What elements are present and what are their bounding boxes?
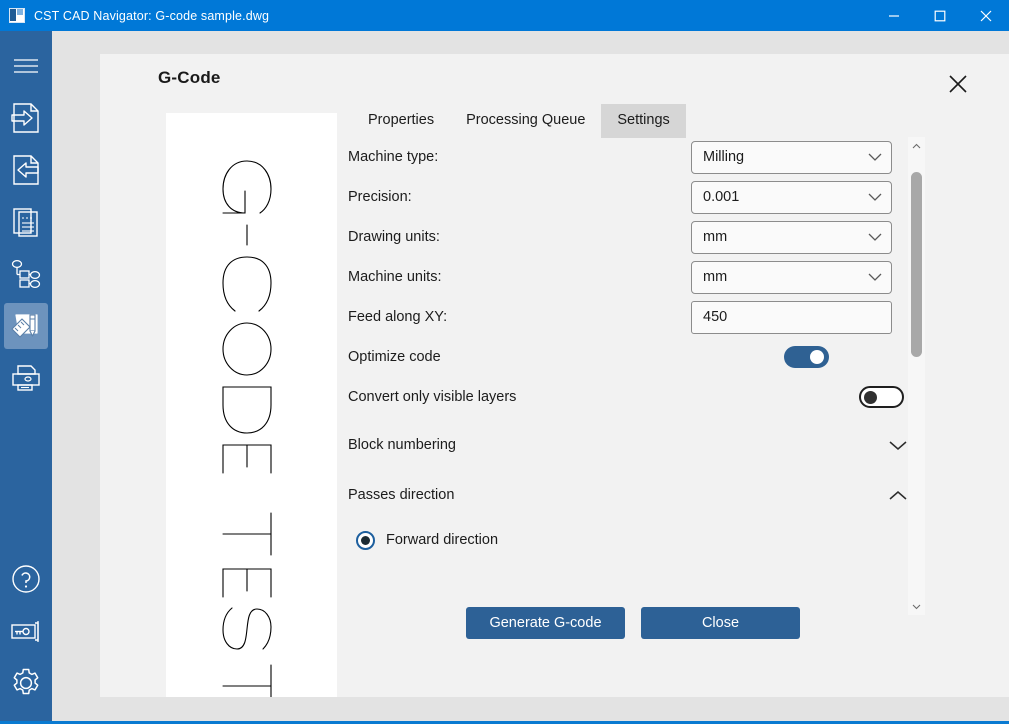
gcode-dialog: G-Code — [100, 54, 1009, 697]
drawing-units-select[interactable]: mm — [691, 221, 892, 254]
sidebar-item-menu[interactable] — [4, 43, 48, 89]
chevron-down-icon — [867, 232, 883, 242]
field-label: Machine type: — [348, 149, 438, 165]
gear-icon — [10, 667, 42, 699]
maximize-icon[interactable] — [917, 0, 963, 31]
tab-properties[interactable]: Properties — [352, 104, 450, 138]
sidebar-item-export[interactable] — [4, 147, 48, 193]
select-value: Milling — [703, 149, 867, 165]
sidebar-item-documents[interactable] — [4, 199, 48, 245]
toggle-knob — [864, 391, 877, 404]
chevron-down-icon — [867, 272, 883, 282]
field-convert-only-visible-layers: Convert only visible layers — [348, 377, 918, 417]
precision-select[interactable]: 0.001 — [691, 181, 892, 214]
field-drawing-units: Drawing units: mm — [348, 217, 918, 257]
sidebar-item-import[interactable] — [4, 95, 48, 141]
sidebar-item-settings[interactable] — [4, 660, 48, 706]
field-label: Machine units: — [348, 269, 442, 285]
optimize-code-toggle[interactable] — [784, 346, 829, 368]
license-icon — [10, 619, 42, 643]
field-optimize-code: Optimize code — [348, 337, 918, 377]
field-label: Convert only visible layers — [348, 389, 516, 405]
select-value: mm — [703, 229, 867, 245]
section-block-numbering[interactable]: Block numbering — [348, 423, 918, 467]
select-value: mm — [703, 269, 867, 285]
settings-scrollbar[interactable] — [908, 137, 925, 615]
tab-bar: Properties Processing Queue Settings — [352, 104, 686, 138]
input-value: 450 — [703, 309, 727, 325]
radio-forward-direction[interactable]: Forward direction — [356, 525, 756, 555]
field-label: Feed along XY: — [348, 309, 447, 325]
chevron-down-icon — [912, 604, 921, 610]
sidebar-item-print[interactable] — [4, 355, 48, 401]
window-title: CST CAD Navigator: G-code sample.dwg — [34, 9, 269, 23]
field-precision: Precision: 0.001 — [348, 177, 918, 217]
section-passes-direction[interactable]: Passes direction — [348, 473, 918, 517]
title-bar: CST CAD Navigator: G-code sample.dwg — [0, 0, 1009, 31]
radio-label: Forward direction — [386, 532, 498, 548]
close-icon — [948, 74, 968, 94]
chevron-down-icon — [888, 439, 908, 452]
tab-settings[interactable]: Settings — [601, 104, 685, 138]
sidebar-item-help[interactable] — [4, 556, 48, 602]
section-title: Passes direction — [348, 487, 454, 503]
menu-icon — [13, 57, 39, 75]
sidebar-item-license[interactable] — [4, 608, 48, 654]
close-icon[interactable] — [963, 0, 1009, 31]
window-controls — [871, 0, 1009, 31]
section-title: Block numbering — [348, 437, 456, 453]
field-machine-type: Machine type: Milling — [348, 137, 918, 177]
radio-dot — [361, 536, 370, 545]
dialog-close-button[interactable] — [941, 67, 975, 101]
scrollbar-thumb[interactable] — [911, 172, 922, 357]
scroll-down-button[interactable] — [908, 598, 925, 615]
machine-units-select[interactable]: mm — [691, 261, 892, 294]
printer-icon — [11, 364, 41, 392]
settings-panel: Machine type: Milling Precision: 0.001 D… — [348, 137, 918, 615]
documents-icon — [12, 206, 40, 238]
sidebar-item-structure[interactable] — [4, 251, 48, 297]
field-label: Optimize code — [348, 349, 441, 365]
toggle-knob — [810, 350, 824, 364]
radio-indicator — [356, 531, 375, 550]
feed-along-xy-input[interactable]: 450 — [691, 301, 892, 334]
tab-processing-queue[interactable]: Processing Queue — [450, 104, 601, 138]
scrollbar-track[interactable] — [908, 154, 925, 598]
close-button[interactable]: Close — [641, 607, 800, 639]
select-value: 0.001 — [703, 189, 867, 205]
structure-tree-icon — [11, 259, 41, 289]
app-icon — [9, 7, 26, 24]
export-file-icon — [11, 154, 41, 186]
sidebar-item-gcode[interactable] — [4, 303, 48, 349]
generate-gcode-button[interactable]: Generate G-code — [466, 607, 625, 639]
scroll-up-button[interactable] — [908, 137, 925, 154]
import-file-icon — [11, 102, 41, 134]
help-icon — [11, 564, 41, 594]
drafting-tools-icon — [10, 311, 42, 341]
field-label: Precision: — [348, 189, 412, 205]
chevron-up-icon — [912, 143, 921, 149]
field-label: Drawing units: — [348, 229, 440, 245]
chevron-down-icon — [867, 192, 883, 202]
gcode-drawing-preview[interactable] — [166, 113, 337, 697]
chevron-down-icon — [867, 152, 883, 162]
minimize-icon[interactable] — [871, 0, 917, 31]
chevron-up-icon — [888, 489, 908, 502]
application-window: CST CAD Navigator: G-code sample.dwg — [0, 0, 1009, 724]
field-feed-along-xy: Feed along XY: 450 — [348, 297, 918, 337]
sidebar — [0, 31, 52, 724]
dialog-footer: Generate G-code Close — [466, 607, 800, 639]
convert-visible-layers-toggle[interactable] — [859, 386, 904, 408]
field-machine-units: Machine units: mm — [348, 257, 918, 297]
page-title: G-Code — [158, 68, 221, 88]
machine-type-select[interactable]: Milling — [691, 141, 892, 174]
